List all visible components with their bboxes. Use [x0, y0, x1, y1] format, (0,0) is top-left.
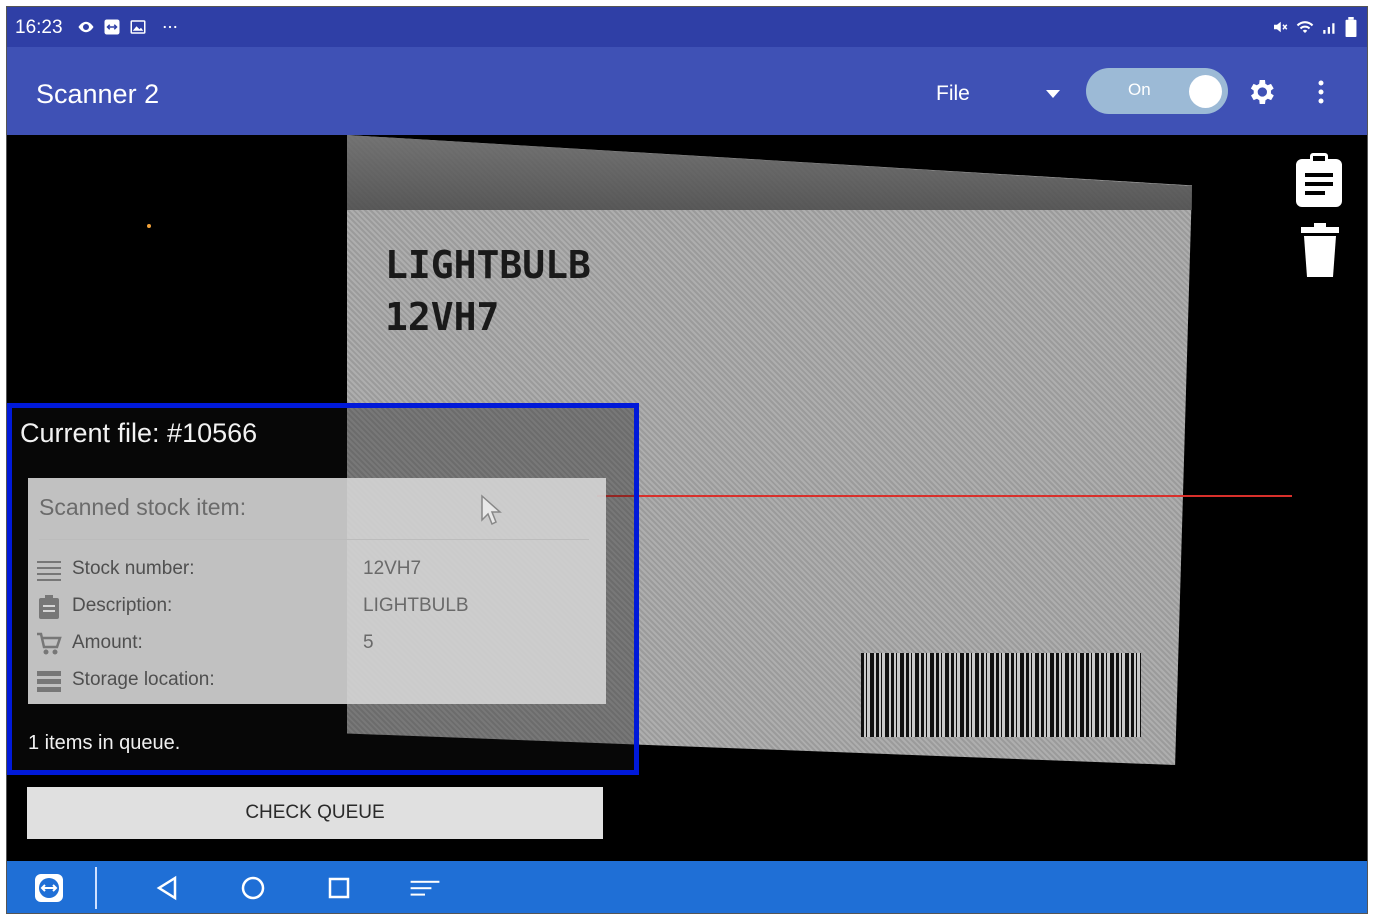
card-line-2: 12VH7 [385, 295, 500, 339]
recents-icon[interactable] [323, 872, 355, 904]
eye-icon [78, 21, 94, 33]
clipboard-icon[interactable] [1294, 151, 1344, 209]
scan-info-overlay: Current file: #10566 Scanned stock item:… [7, 403, 639, 775]
row-value: LIGHTBULB [363, 595, 469, 616]
teamviewer-icon[interactable] [33, 872, 65, 904]
mouse-cursor-icon [481, 494, 502, 526]
row-storage-location: Storage location: [36, 666, 596, 696]
focus-dot [147, 224, 151, 228]
row-amount: Amount: 5 [36, 629, 596, 659]
image-icon [130, 20, 146, 34]
row-value: 5 [363, 632, 374, 653]
panel-divider [39, 539, 589, 540]
toggle-knob [1189, 75, 1222, 108]
more-dots-icon [163, 25, 177, 29]
battery-icon [1345, 17, 1357, 37]
trash-icon[interactable] [1301, 223, 1339, 277]
lines-icon [37, 561, 61, 581]
mute-icon [1274, 21, 1288, 33]
cart-icon [37, 632, 62, 655]
row-value: 12VH7 [363, 558, 422, 579]
clipboard-icon [39, 595, 59, 619]
scan-laser-line [597, 495, 1292, 497]
wifi-icon [1296, 21, 1314, 33]
device-screen: 16:23 Scanner 2 File On LIGHTBULB 12VH7 [6, 6, 1368, 914]
check-queue-button[interactable]: CHECK QUEUE [27, 787, 603, 839]
back-icon[interactable] [151, 872, 183, 904]
signal-icon [1323, 23, 1335, 34]
app-title: Scanner 2 [36, 79, 160, 109]
camera-preview[interactable]: LIGHTBULB 12VH7 Current file: #10566 Sca… [7, 135, 1367, 861]
more-vert-icon[interactable] [1309, 78, 1333, 106]
menu-lines-icon[interactable] [409, 872, 441, 904]
barcode [861, 653, 1141, 737]
row-label: Stock number: [72, 558, 195, 579]
app-bar: Scanner 2 File On [7, 47, 1367, 135]
row-label: Amount: [72, 632, 143, 653]
file-selector-label[interactable]: File [936, 82, 970, 106]
row-label: Description: [72, 595, 173, 616]
current-file-label: Current file: #10566 [20, 418, 258, 448]
list-icon [37, 671, 61, 692]
card-line-1: LIGHTBULB [385, 243, 591, 287]
status-bar: 16:23 [7, 7, 1367, 47]
label-card-text: LIGHTBULB 12VH7 [385, 239, 591, 343]
nav-separator [95, 867, 97, 909]
teamviewer-icon [104, 19, 120, 35]
status-time: 16:23 [15, 17, 63, 38]
queue-count-text: 1 items in queue. [28, 732, 181, 754]
panel-title: Scanned stock item: [39, 494, 247, 520]
scanner-toggle[interactable]: On [1086, 68, 1228, 114]
toggle-label: On [1128, 80, 1151, 99]
chevron-down-icon[interactable] [1043, 87, 1063, 101]
scanned-item-panel: Scanned stock item: Stock number: 12VH7 … [28, 478, 606, 704]
row-description: Description: LIGHTBULB [36, 592, 596, 622]
row-label: Storage location: [72, 669, 215, 690]
label-card-shadow [347, 135, 1192, 210]
gear-icon[interactable] [1245, 76, 1277, 108]
home-icon[interactable] [237, 872, 269, 904]
navigation-bar [7, 861, 1367, 913]
row-stock-number: Stock number: 12VH7 [36, 555, 596, 585]
